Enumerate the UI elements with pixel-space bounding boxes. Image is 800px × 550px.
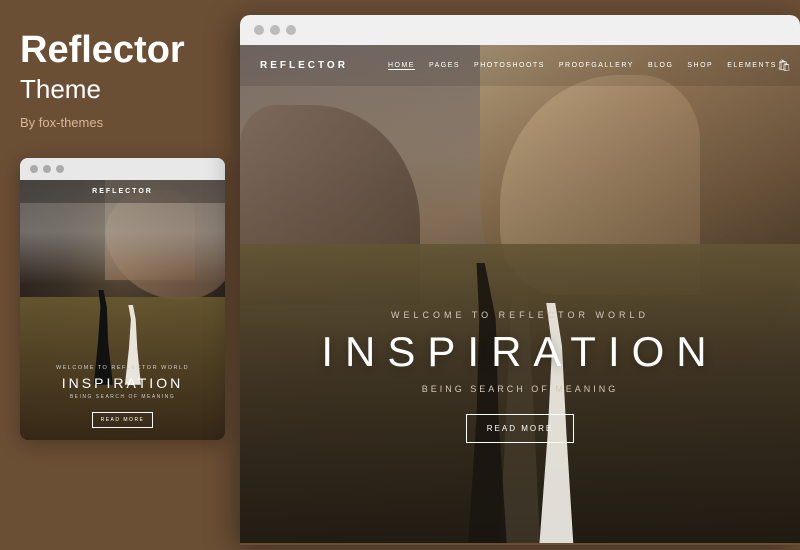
nav-shop[interactable]: SHOP <box>687 62 713 70</box>
main-nav-links: HOME PAGES PHOTOSHOOTS PROOFGALLERY BLOG… <box>388 62 777 70</box>
small-preview-text-block: WELCOME TO REFLECTOR WORLD INSPIRATION B… <box>20 355 225 440</box>
nav-proofgallery[interactable]: PROOFGALLERY <box>559 62 634 70</box>
small-read-more-button[interactable]: READ MORE <box>92 412 154 428</box>
hero-inspiration: INSPIRATION <box>240 328 800 376</box>
nav-blog[interactable]: BLOG <box>648 62 673 70</box>
nav-photoshoots[interactable]: PHOTOSHOOTS <box>474 62 545 70</box>
main-preview-window: REFLECTOR HOME PAGES PHOTOSHOOTS PROOFGA… <box>240 15 800 545</box>
main-nav-icons: 🛍 🔍 <box>777 59 800 72</box>
small-logo: REFLECTOR <box>92 188 153 195</box>
dot-2 <box>43 165 51 173</box>
dot-1 <box>30 165 38 173</box>
hero-welcome: WELCOME TO REFLECTOR WORLD <box>240 310 800 320</box>
nav-home[interactable]: HOME <box>388 62 415 70</box>
main-dot-2 <box>270 25 280 35</box>
main-dot-3 <box>286 25 296 35</box>
theme-title: Reflector <box>20 30 185 72</box>
nav-pages[interactable]: PAGES <box>429 62 460 70</box>
main-preview-titlebar <box>240 15 800 45</box>
theme-author: By fox-themes <box>20 115 103 130</box>
nav-elements[interactable]: ELEMENTS <box>727 62 777 70</box>
small-being: BEING SEARCH OF MEANING <box>32 394 213 400</box>
small-inspiration: INSPIRATION <box>32 375 213 391</box>
hero-being: BEING SEARCH OF MEANING <box>240 384 800 394</box>
main-hero-text: WELCOME TO REFLECTOR WORLD INSPIRATION B… <box>240 310 800 443</box>
small-preview-content: REFLECTOR WELCOME TO REFLECTOR WORLD INS… <box>20 180 225 440</box>
main-logo: REFLECTOR <box>260 60 348 71</box>
small-preview-nav: REFLECTOR <box>20 180 225 203</box>
dot-3 <box>56 165 64 173</box>
main-navbar: REFLECTOR HOME PAGES PHOTOSHOOTS PROOFGA… <box>240 45 800 86</box>
cart-icon[interactable]: 🛍 <box>777 59 791 72</box>
main-dot-1 <box>254 25 264 35</box>
small-preview-titlebar <box>20 158 225 180</box>
small-preview-window: REFLECTOR WELCOME TO REFLECTOR WORLD INS… <box>20 158 225 440</box>
small-welcome: WELCOME TO REFLECTOR WORLD <box>32 365 213 371</box>
left-panel: Reflector Theme By fox-themes <box>0 0 245 550</box>
main-preview-content: REFLECTOR HOME PAGES PHOTOSHOOTS PROOFGA… <box>240 45 800 543</box>
theme-subtitle: Theme <box>20 74 101 105</box>
hero-read-more-button[interactable]: READ MORE <box>466 414 574 443</box>
